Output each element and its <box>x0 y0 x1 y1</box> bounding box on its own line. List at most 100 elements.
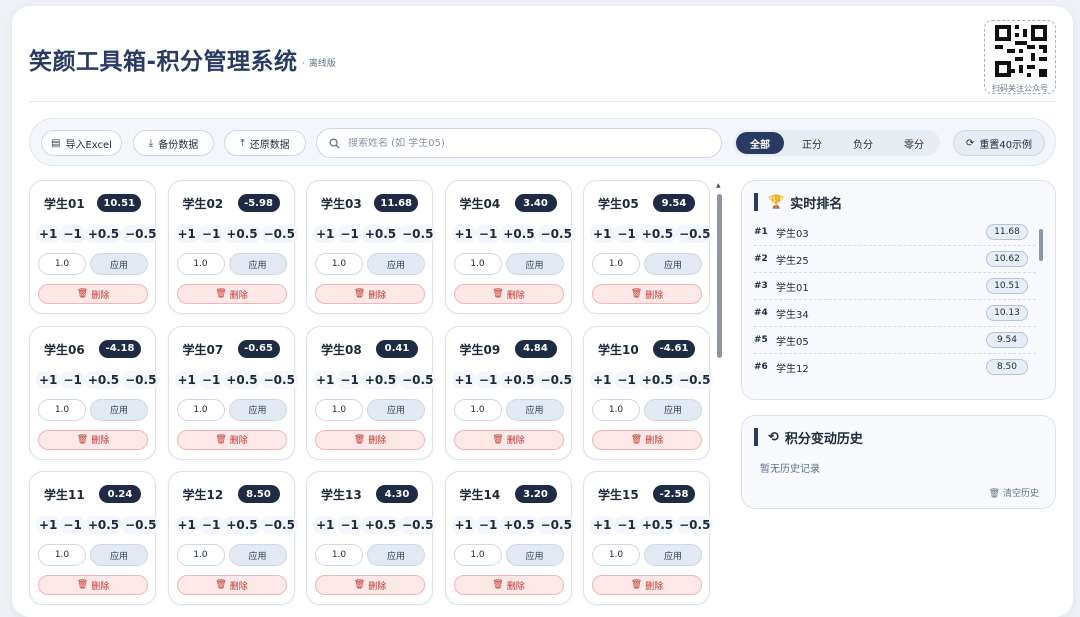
import-excel-button[interactable]: ▤ 导入Excel <box>41 130 122 156</box>
apply-button[interactable]: 应用 <box>505 544 564 566</box>
apply-button[interactable]: 应用 <box>90 253 148 275</box>
minus-one-button[interactable]: −1 <box>614 370 639 389</box>
minus-one-button[interactable]: −1 <box>60 516 85 534</box>
plus-half-button[interactable]: +0.5 <box>223 370 261 389</box>
minus-half-button[interactable]: −0.5 <box>537 370 575 389</box>
restore-button[interactable]: ⤒ 还原数据 <box>224 130 306 156</box>
apply-button[interactable]: 应用 <box>644 544 702 566</box>
plus-half-button[interactable]: +0.5 <box>84 516 123 534</box>
plus-half-button[interactable]: +0.5 <box>84 370 123 389</box>
custom-value-input[interactable]: 1.0 <box>315 544 363 566</box>
custom-value-input[interactable]: 1.0 <box>592 398 640 421</box>
scroll-up-arrow[interactable]: ▲ <box>716 182 721 189</box>
search-input[interactable] <box>348 137 688 149</box>
delete-button[interactable]: 🗑 删除 <box>176 429 287 450</box>
filter-positive[interactable]: 正分 <box>788 132 836 154</box>
custom-value-input[interactable]: 1.0 <box>315 398 363 421</box>
plus-one-button[interactable]: +1 <box>313 516 338 534</box>
plus-half-button[interactable]: +0.5 <box>84 225 123 243</box>
plus-half-button[interactable]: +0.5 <box>500 516 538 534</box>
minus-one-button[interactable]: −1 <box>60 370 85 389</box>
apply-button[interactable]: 应用 <box>228 253 287 275</box>
minus-one-button[interactable]: −1 <box>614 516 639 534</box>
minus-one-button[interactable]: −1 <box>337 225 362 243</box>
custom-value-input[interactable]: 1.0 <box>38 398 86 421</box>
plus-one-button[interactable]: +1 <box>36 516 61 534</box>
plus-one-button[interactable]: +1 <box>174 225 199 243</box>
plus-one-button[interactable]: +1 <box>174 516 199 534</box>
custom-value-input[interactable]: 1.0 <box>453 398 502 421</box>
ranking-list[interactable]: #1 学生03 11.68 #2 学生25 10.62 #3 学生01 10.51 #4 学生34 1… <box>754 219 1036 379</box>
custom-value-input[interactable]: 1.0 <box>315 253 363 275</box>
apply-button[interactable]: 应用 <box>644 398 702 421</box>
custom-value-input[interactable]: 1.0 <box>453 544 502 566</box>
custom-value-input[interactable]: 1.0 <box>176 544 225 566</box>
delete-button[interactable]: 🗑 删除 <box>38 575 148 595</box>
minus-one-button[interactable]: −1 <box>198 225 224 243</box>
minus-half-button[interactable]: −0.5 <box>122 225 160 243</box>
minus-one-button[interactable]: −1 <box>475 370 501 389</box>
search-box[interactable] <box>316 128 722 158</box>
clear-history-button[interactable]: 🗑 清空历史 <box>989 486 1039 499</box>
delete-button[interactable]: 🗑 删除 <box>453 429 564 450</box>
plus-half-button[interactable]: +0.5 <box>638 225 677 243</box>
plus-one-button[interactable]: +1 <box>590 225 615 243</box>
apply-button[interactable]: 应用 <box>90 544 148 566</box>
plus-half-button[interactable]: +0.5 <box>361 370 400 389</box>
apply-button[interactable]: 应用 <box>367 398 425 421</box>
plus-one-button[interactable]: +1 <box>590 370 615 389</box>
apply-button[interactable]: 应用 <box>367 253 425 275</box>
minus-one-button[interactable]: −1 <box>475 516 501 534</box>
custom-value-input[interactable]: 1.0 <box>38 253 86 275</box>
filter-negative[interactable]: 负分 <box>839 132 887 154</box>
custom-value-input[interactable]: 1.0 <box>38 544 86 566</box>
custom-value-input[interactable]: 1.0 <box>592 253 640 275</box>
plus-one-button[interactable]: +1 <box>590 516 615 534</box>
minus-one-button[interactable]: −1 <box>198 370 224 389</box>
minus-one-button[interactable]: −1 <box>614 225 639 243</box>
minus-half-button[interactable]: −0.5 <box>676 225 714 243</box>
minus-half-button[interactable]: −0.5 <box>260 225 298 243</box>
apply-button[interactable]: 应用 <box>228 398 287 421</box>
delete-button[interactable]: 🗑 删除 <box>453 284 564 304</box>
plus-half-button[interactable]: +0.5 <box>361 516 400 534</box>
minus-half-button[interactable]: −0.5 <box>399 516 437 534</box>
custom-value-input[interactable]: 1.0 <box>453 253 502 275</box>
minus-half-button[interactable]: −0.5 <box>399 370 437 389</box>
delete-button[interactable]: 🗑 删除 <box>315 575 425 595</box>
plus-one-button[interactable]: +1 <box>174 370 199 389</box>
delete-button[interactable]: 🗑 删除 <box>176 284 287 304</box>
plus-one-button[interactable]: +1 <box>36 370 61 389</box>
custom-value-input[interactable]: 1.0 <box>176 253 225 275</box>
minus-half-button[interactable]: −0.5 <box>676 516 714 534</box>
plus-half-button[interactable]: +0.5 <box>638 370 677 389</box>
delete-button[interactable]: 🗑 删除 <box>315 429 425 450</box>
minus-one-button[interactable]: −1 <box>475 225 501 243</box>
grid-scrollbar[interactable]: ▲ <box>716 182 722 612</box>
delete-button[interactable]: 🗑 删除 <box>592 284 702 304</box>
minus-one-button[interactable]: −1 <box>337 370 362 389</box>
plus-half-button[interactable]: +0.5 <box>500 225 538 243</box>
custom-value-input[interactable]: 1.0 <box>176 398 225 421</box>
scrollbar-thumb[interactable] <box>717 194 722 358</box>
delete-button[interactable]: 🗑 删除 <box>176 575 287 595</box>
delete-button[interactable]: 🗑 删除 <box>453 575 564 595</box>
custom-value-input[interactable]: 1.0 <box>592 544 640 566</box>
minus-one-button[interactable]: −1 <box>60 225 85 243</box>
apply-button[interactable]: 应用 <box>644 253 702 275</box>
plus-one-button[interactable]: +1 <box>313 225 338 243</box>
reset-button[interactable]: ⟳ 重置40示例 <box>953 130 1045 156</box>
plus-one-button[interactable]: +1 <box>313 370 338 389</box>
plus-half-button[interactable]: +0.5 <box>638 516 677 534</box>
apply-button[interactable]: 应用 <box>367 544 425 566</box>
delete-button[interactable]: 🗑 删除 <box>592 575 702 595</box>
plus-one-button[interactable]: +1 <box>451 370 476 389</box>
apply-button[interactable]: 应用 <box>505 398 564 421</box>
minus-one-button[interactable]: −1 <box>198 516 224 534</box>
apply-button[interactable]: 应用 <box>90 398 148 421</box>
filter-zero[interactable]: 零分 <box>890 132 938 154</box>
minus-one-button[interactable]: −1 <box>337 516 362 534</box>
apply-button[interactable]: 应用 <box>505 253 564 275</box>
plus-one-button[interactable]: +1 <box>451 516 476 534</box>
minus-half-button[interactable]: −0.5 <box>537 225 575 243</box>
